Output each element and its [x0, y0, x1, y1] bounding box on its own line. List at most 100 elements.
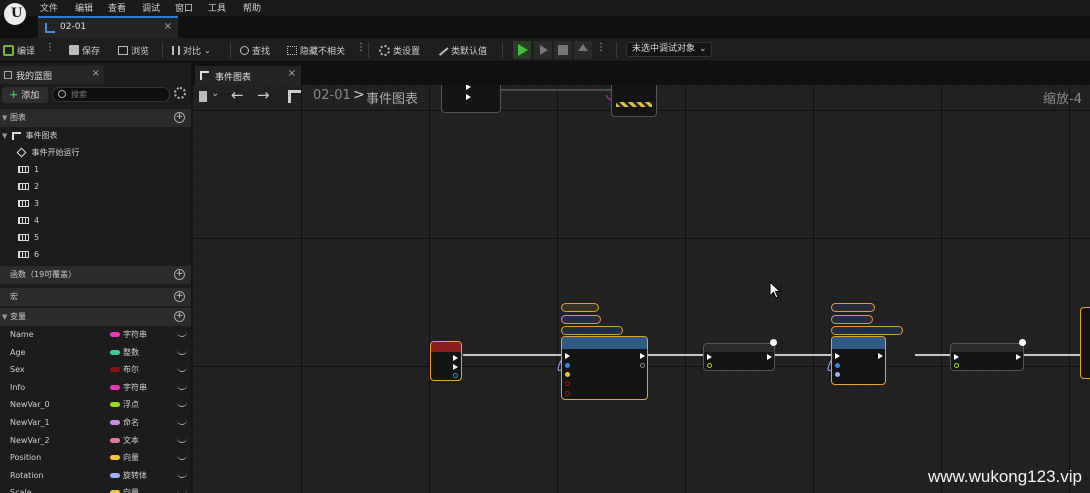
menu-tools[interactable]: 工具	[208, 1, 226, 14]
menu-debug[interactable]: 调试	[142, 1, 160, 14]
stop-button[interactable]	[554, 41, 572, 59]
add-function-icon[interactable]: +	[174, 269, 185, 280]
variable-type-pill-icon[interactable]	[110, 332, 120, 337]
visibility-eye-icon[interactable]	[177, 472, 187, 478]
variable-getter-node[interactable]	[561, 303, 599, 312]
menu-window[interactable]: 窗口	[175, 1, 193, 14]
variable-type-pill-icon[interactable]	[110, 437, 120, 443]
variable-row[interactable]: NewVar_2 文本	[0, 432, 191, 450]
close-icon[interactable]: ×	[164, 21, 172, 32]
variable-type-pill-icon[interactable]	[110, 367, 120, 373]
exec-pin[interactable]	[707, 354, 712, 360]
add-graph-icon[interactable]: +	[174, 112, 185, 123]
variable-type[interactable]: 浮点	[123, 396, 139, 413]
document-tab[interactable]: 02-01 ×	[38, 16, 178, 38]
search-input[interactable]	[71, 89, 165, 100]
hide-unrelated-button[interactable]: 隐藏不相关	[287, 42, 345, 58]
compile-button[interactable]: 编译	[3, 42, 35, 58]
functions-section-header[interactable]: 函数（19可覆盖） +	[0, 266, 191, 284]
add-macro-icon[interactable]: +	[174, 291, 185, 302]
exec-pin[interactable]	[453, 364, 458, 370]
unreal-logo-icon[interactable]: U	[4, 3, 26, 25]
set-location-node[interactable]	[561, 336, 648, 400]
variable-getter-node[interactable]	[561, 326, 623, 335]
blueprint-node[interactable]	[441, 85, 501, 113]
variable-type[interactable]: 字符串	[123, 326, 147, 343]
data-pin[interactable]	[640, 363, 645, 368]
visibility-eye-icon[interactable]	[177, 349, 187, 355]
variable-type[interactable]: 向量	[123, 484, 139, 493]
data-pin[interactable]	[565, 363, 570, 368]
variable-getter-node[interactable]	[561, 315, 601, 324]
menu-file[interactable]: 文件	[40, 1, 58, 14]
exec-pin[interactable]	[878, 353, 883, 359]
variable-getter-node[interactable]	[831, 303, 875, 312]
variable-type[interactable]: 向量	[123, 449, 139, 466]
graphs-section-header[interactable]: ▼ 图表 +	[0, 109, 191, 127]
play-button[interactable]	[513, 41, 531, 59]
variable-type-pill-icon[interactable]	[110, 384, 120, 390]
exec-pin[interactable]	[466, 94, 471, 100]
variable-type[interactable]: 命名	[123, 414, 139, 431]
variable-type[interactable]: 文本	[123, 432, 139, 449]
variable-type-pill-icon[interactable]	[110, 402, 120, 408]
variable-getter-node[interactable]	[831, 326, 903, 335]
variable-row[interactable]: Age 整数	[0, 344, 191, 362]
delay-node[interactable]	[703, 343, 775, 371]
menu-edit[interactable]: 编辑	[75, 1, 93, 14]
variable-type[interactable]: 整数	[123, 344, 139, 361]
compile-options-icon[interactable]: ⋮	[45, 42, 55, 53]
variable-type[interactable]: 布尔	[123, 361, 139, 378]
data-pin[interactable]	[453, 373, 458, 378]
macro-item[interactable]: 4	[18, 212, 39, 229]
play-options-icon[interactable]: ⋮	[596, 42, 606, 53]
variable-type-pill-icon[interactable]	[110, 472, 120, 478]
data-pin[interactable]	[835, 363, 840, 368]
exec-pin[interactable]	[640, 353, 645, 359]
class-defaults-button[interactable]: 类默认值	[436, 42, 487, 58]
blueprint-node[interactable]	[1080, 307, 1090, 379]
my-blueprint-tab[interactable]: 我的蓝图 ×	[0, 66, 104, 84]
variable-row[interactable]: Sex 布尔	[0, 361, 191, 379]
exec-pin[interactable]	[835, 353, 840, 359]
add-variable-icon[interactable]: +	[174, 311, 185, 322]
visibility-eye-icon[interactable]	[177, 437, 187, 443]
macro-item[interactable]: 3	[18, 195, 39, 212]
add-button[interactable]: + 添加	[2, 87, 48, 103]
variable-row[interactable]: Info 字符串	[0, 379, 191, 397]
exec-pin[interactable]	[1016, 354, 1021, 360]
event-graph-item[interactable]: ▼ 事件图表	[2, 127, 57, 144]
visibility-eye-icon[interactable]	[177, 489, 187, 493]
variable-row[interactable]: Name 字符串	[0, 326, 191, 344]
visibility-eye-icon[interactable]	[177, 454, 187, 461]
macros-section-header[interactable]: 宏 +	[0, 288, 191, 306]
data-pin[interactable]	[707, 363, 712, 368]
visibility-eye-icon[interactable]	[177, 331, 187, 337]
variable-row[interactable]: Position 向量	[0, 449, 191, 467]
macro-item[interactable]: 2	[18, 178, 39, 195]
event-graph-tab[interactable]: 事件图表 ×	[195, 66, 301, 85]
browse-button[interactable]: 浏览	[118, 42, 149, 58]
exec-pin[interactable]	[767, 354, 772, 360]
visibility-eye-icon[interactable]	[177, 401, 187, 408]
variables-section-header[interactable]: ▼ 变量 +	[0, 308, 191, 326]
debug-object-select[interactable]: 未选中调试对象 ⌄	[626, 42, 712, 57]
variable-type-pill-icon[interactable]	[110, 455, 120, 461]
macro-item[interactable]: 6	[18, 246, 39, 263]
visibility-eye-icon[interactable]	[177, 384, 187, 390]
macro-item[interactable]: 5	[18, 229, 39, 246]
close-icon[interactable]: ×	[288, 68, 296, 79]
step-button[interactable]	[534, 41, 552, 59]
input-event-node[interactable]	[430, 341, 462, 381]
find-button[interactable]: 查找	[240, 42, 270, 58]
data-pin[interactable]	[954, 363, 959, 368]
begin-play-event-item[interactable]: 事件开始运行	[16, 144, 80, 161]
data-pin[interactable]	[565, 381, 570, 386]
variable-row[interactable]: Rotation 旋转体	[0, 467, 191, 485]
eject-button[interactable]	[574, 41, 592, 59]
diff-button[interactable]: 对比 ⌄	[172, 42, 211, 58]
blueprint-node[interactable]	[611, 85, 657, 117]
save-button[interactable]: 保存	[69, 42, 100, 58]
set-rotation-node[interactable]	[831, 336, 886, 385]
variable-type-pill-icon[interactable]	[110, 420, 120, 425]
